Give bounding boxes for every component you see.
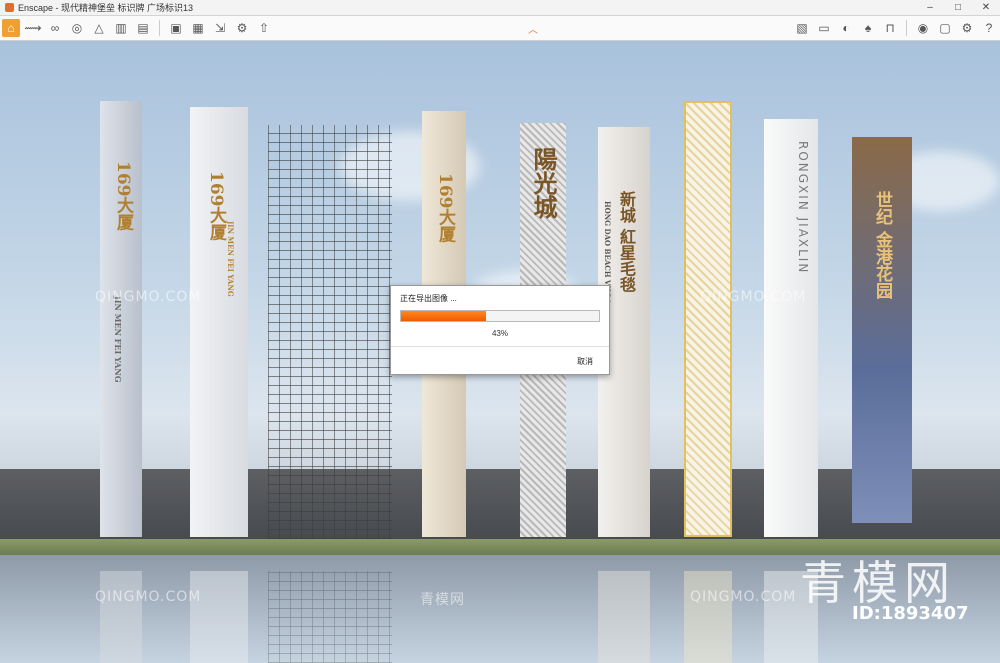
maximize-button[interactable]: □ [944, 0, 972, 15]
sign-text: RONGXIN JIAXLIN [796, 141, 810, 275]
sign-text-en: JIN MEN FEI YANG [226, 221, 235, 297]
sign-text: 169大厦 [435, 173, 455, 243]
sign-text: 新城 紅星毛毯 [617, 191, 636, 293]
vr-icon[interactable]: ▢ [936, 19, 954, 37]
home-icon[interactable]: ⌂ [2, 19, 20, 37]
close-button[interactable]: ✕ [972, 0, 1000, 15]
pillar-reflection [598, 571, 650, 663]
toolbar-divider [159, 20, 160, 36]
watermark-text: QINGMO.COM [690, 589, 797, 605]
clipboard-icon[interactable]: ▤ [134, 19, 152, 37]
enscape-logo-icon [5, 3, 14, 12]
nav-icon[interactable]: △ [90, 19, 108, 37]
sign-text: 世纪 金港花园 [872, 191, 892, 299]
pillar-reflection [190, 571, 248, 663]
watermark-text: 青模网 [420, 592, 465, 608]
glasses-icon[interactable]: ∞ [46, 19, 64, 37]
monitor-icon[interactable]: ▭ [815, 19, 833, 37]
gear-icon[interactable]: ⚙ [958, 19, 976, 37]
upload-icon[interactable]: ⇧ [255, 19, 273, 37]
wire-sculpture [268, 125, 392, 539]
buildings-icon[interactable]: ▥ [112, 19, 130, 37]
id-watermark: ID:1893407 [852, 603, 969, 624]
background-wall [0, 469, 1000, 539]
chair-icon[interactable]: ⊓ [881, 19, 899, 37]
pillar-reflection [100, 571, 142, 663]
map-pin-icon[interactable]: ◎ [68, 19, 86, 37]
dialog-title: 正在导出图像 ... [400, 294, 457, 303]
export-progress-dialog: 正在导出图像 ... 43% 取消 [390, 285, 610, 375]
window-title: Enscape - 现代精神堡垒 标识牌 广场标识13 [18, 3, 194, 13]
sign-text: 169大厦 [113, 161, 133, 231]
minimize-button[interactable]: – [916, 0, 944, 15]
watermark-text: QINGMO.COM [95, 589, 202, 605]
watermark-text: QINGMO.COM [95, 289, 202, 305]
sign-text-en: JIN MEN FEI YANG [113, 296, 123, 383]
export-icon[interactable]: ⇲ [211, 19, 229, 37]
asset-library-icon[interactable]: ▧ [793, 19, 811, 37]
cancel-button[interactable]: 取消 [577, 356, 593, 367]
screenshot-icon[interactable]: ▣ [167, 19, 185, 37]
wire-reflection [268, 571, 392, 663]
title-bar: Enscape - 现代精神堡垒 标识牌 广场标识13 – □ ✕ [0, 0, 1000, 16]
progress-fill [401, 311, 487, 321]
collapse-toolbar-button[interactable]: ︿ [275, 21, 791, 36]
settings-icon[interactable]: ⚙ [233, 19, 251, 37]
dialog-divider [391, 346, 609, 347]
sign-text: 陽光城 [529, 147, 558, 219]
progress-percent: 43% [491, 329, 508, 338]
eye-icon[interactable]: ◉ [914, 19, 932, 37]
sun-icon[interactable]: ◐ [837, 19, 855, 37]
enscape-toolbar: ⌂ ⟿ ∞ ◎ △ ▥ ▤ ▣ ▦ ⇲ ⚙ ⇧ ︿ ▧ ▭ ◐ ♠ ⊓ ◉ ▢ … [0, 16, 1000, 41]
batch-render-icon[interactable]: ▦ [189, 19, 207, 37]
material-icon[interactable]: ♠ [859, 19, 877, 37]
chevron-up-icon: ︿ [528, 24, 538, 36]
progress-bar [400, 310, 600, 322]
help-icon[interactable]: ? [980, 19, 998, 37]
paths-icon[interactable]: ⟿ [24, 19, 42, 37]
sign-pillar [684, 101, 732, 537]
watermark-text: QINGMO.COM [700, 289, 807, 305]
toolbar-divider [906, 20, 907, 36]
pillar-reflection [684, 571, 732, 663]
